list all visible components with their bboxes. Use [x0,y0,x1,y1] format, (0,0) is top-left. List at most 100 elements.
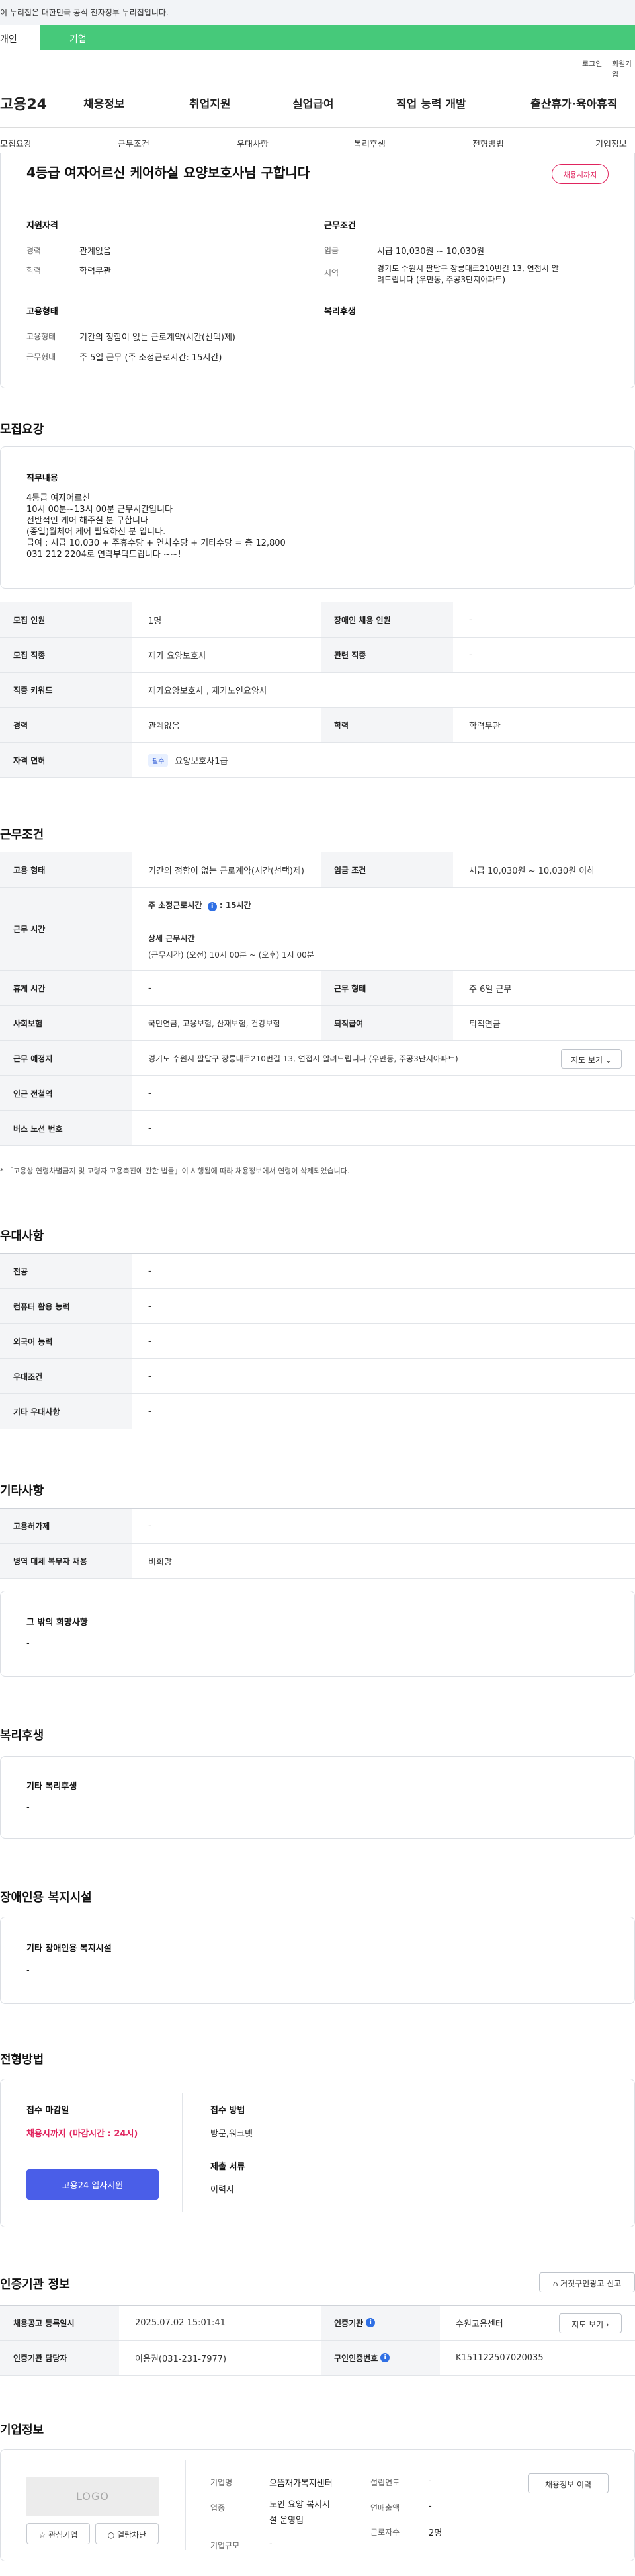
report-fake-ad-button[interactable]: ⌂ 거짓구인광고 신고 [539,2272,635,2292]
job-title: 4등급 여자어르신 케어하실 요양보호사님 구합니다 [26,165,310,181]
deadline-badge: 채용시까지 [552,164,609,184]
table-row: 컴퓨터 활용 능력 - [0,1289,635,1324]
founded-label: 설립연도 [370,2478,400,2487]
employees-label: 근로자수 [370,2528,400,2537]
table-header: 근무 형태 [321,971,453,1005]
founded-value: - [429,2476,432,2486]
star-icon: ☆ [38,2530,46,2540]
gnb-item-skills[interactable]: 직업 능력 개발 [396,95,466,111]
job-content-line: 4등급 여자어르신 [26,493,91,503]
join-link[interactable]: 회원가입 [612,58,635,79]
table-header: 기타 우대사항 [0,1394,132,1429]
company-size-label: 기업규모 [210,2541,240,2550]
table-row: 근무 시간 주 소정근로시간 i : 15시간 상세 근무시간 (근무시간) (… [0,888,635,971]
table-row: 사회보험 국민연금, 고용보험, 산재보험, 건강보험 퇴직급여 퇴직연금 [0,1006,635,1041]
edu-value: 학력무관 [79,267,111,276]
section-title-agency: 인증기관 정보 [0,2278,70,2292]
employees-value: 2명 [429,2528,443,2538]
block-view-button[interactable]: ○ 열람차단 [95,2523,159,2544]
info-icon[interactable]: i [380,2353,390,2362]
table-row: 모집 인원 1명 장애인 채용 인원 - [0,602,635,638]
table-cell: 국민연금, 고용보험, 산재보험, 건강보험 [148,1018,280,1028]
table-row: 인증기관 담당자 이용권(031-231-7977) 구인인증번호 i K151… [0,2341,635,2376]
weekly-hours-label: 주 소정근로시간 [148,901,202,910]
map-button[interactable]: 지도 보기 ⌄ [561,1049,622,1069]
table-cell: 1명 [148,616,162,626]
company-logo: LOGO [26,2477,159,2516]
gnb-item-employment-support[interactable]: 취업지원 [189,95,231,111]
info-icon[interactable]: i [366,2318,376,2327]
job-content-text: 4등급 여자어르신 10시 00분~13시 00분 근무시간입니다 전반적인 케… [26,493,286,560]
etc-table: 고용허가제 - 병역 대체 복무자 채용 비희망 [0,1508,635,1579]
cond-heading: 근무조건 [324,221,356,231]
snb-item-company[interactable]: 기업정보 [595,137,627,149]
tab-personal[interactable]: 개인 [0,25,40,50]
docs-label: 제출 서류 [210,2162,245,2172]
snb-item-screening[interactable]: 전형방법 [472,137,504,149]
table-header: 채용공고 등록일시 [0,2306,119,2340]
table-header: 학력 [321,708,453,742]
site-logo[interactable]: 고용24 [0,93,47,114]
agency-header-label: 인증기관 [334,2318,364,2328]
table-cell: K151122507020035 [456,2352,544,2363]
welfare-heading: 복리후생 [324,307,356,317]
gnb-item-unemployment-benefit[interactable]: 실업급여 [292,95,334,111]
other-wishes-box [0,1591,635,1677]
snb-item-recruit[interactable]: 모집요강 [0,137,32,149]
gnb-item-jobs[interactable]: 채용정보 [83,95,125,111]
apply-button[interactable]: 고용24 입사지원 [26,2169,159,2200]
table-header: 버스 노선 번호 [0,1111,132,1145]
table-row: 고용허가제 - [0,1509,635,1544]
table-header: 관련 직종 [321,638,453,672]
info-icon[interactable]: i [207,902,217,911]
table-row: 근무 예정지 경기도 수원시 팔달구 장릉대로210번길 13, 연접시 알려드… [0,1041,635,1076]
job-content-line: 031 212 2204로 연락부탁드립니다 ~~! [26,550,181,560]
wage-label: 임금 [324,246,339,255]
area-value-line2: 려드립니다 (우만동, 주공3단지아파트) [377,275,506,284]
work-type-value: 주 5일 근무 (주 소정근로시간: 15시간) [79,353,222,363]
table-header: 근무 시간 [0,888,132,970]
welfare-box-value: - [26,1803,30,1813]
license-value: 요양보호사1급 [175,756,228,767]
company-divider [185,2460,186,2550]
agency-map-button[interactable]: 지도 보기 › [559,2313,622,2333]
table-cell: - [469,614,472,625]
table-header: 장애인 채용 인원 [321,602,453,637]
job-content-title: 직무내용 [26,474,58,483]
table-cell: - [469,649,472,660]
job-history-button[interactable]: 채용정보 이력 [528,2473,609,2493]
table-header: 인근 전철역 [0,1076,132,1110]
section-title-etc: 기타사항 [0,1484,44,1498]
block-view-label: 열람차단 [117,2530,147,2540]
disability-box-value: - [26,1966,30,1975]
table-header: 인증기관 i [321,2306,440,2340]
table-header: 자격 면허 [0,743,132,777]
emp-heading: 고용형태 [26,307,58,317]
login-link[interactable]: 로그인 [582,58,602,69]
table-cell: - [148,1336,151,1347]
table-header: 경력 [0,708,132,742]
favorite-company-button[interactable]: ☆ 관심기업 [26,2523,90,2544]
table-cell: 퇴직연금 [469,1019,501,1030]
table-header: 전공 [0,1254,132,1288]
gnb-item-parental-leave[interactable]: 출산휴가·육아휴직 [530,95,618,111]
table-cell: - [148,1406,151,1417]
snb-item-welfare[interactable]: 복리후생 [354,137,386,149]
snb-item-preference[interactable]: 우대사항 [237,137,269,149]
section-title-disability: 장애인용 복지시설 [0,1891,92,1905]
tab-corporate[interactable]: 기업 [40,25,635,50]
table-header: 우대조건 [0,1359,132,1393]
screening-divider [182,2093,183,2212]
user-type-tabs: 개인 기업 [0,25,635,50]
revenue-value: - [429,2501,432,2511]
table-row: 채용공고 등록일시 2025.07.02 15:01:41 인증기관 i 수원고… [0,2306,635,2341]
table-row: 모집 직종 재가 요양보호사 관련 직종 - [0,638,635,673]
table-row: 외국어 능력 - [0,1324,635,1359]
agency-table: 채용공고 등록일시 2025.07.02 15:01:41 인증기관 i 수원고… [0,2305,635,2376]
gov-notice-bar: 이 누리집은 대한민국 공식 전자정부 누리집입니다. [0,0,635,25]
chevron-down-icon: ⌄ [605,1056,612,1065]
snb-item-conditions[interactable]: 근무조건 [118,137,149,149]
table-header: 모집 인원 [0,602,132,637]
auth-no-header-label: 구인인증번호 [334,2353,378,2363]
job-content-line: (종일)월체어 케어 필요하신 분 입니다. [26,527,166,537]
